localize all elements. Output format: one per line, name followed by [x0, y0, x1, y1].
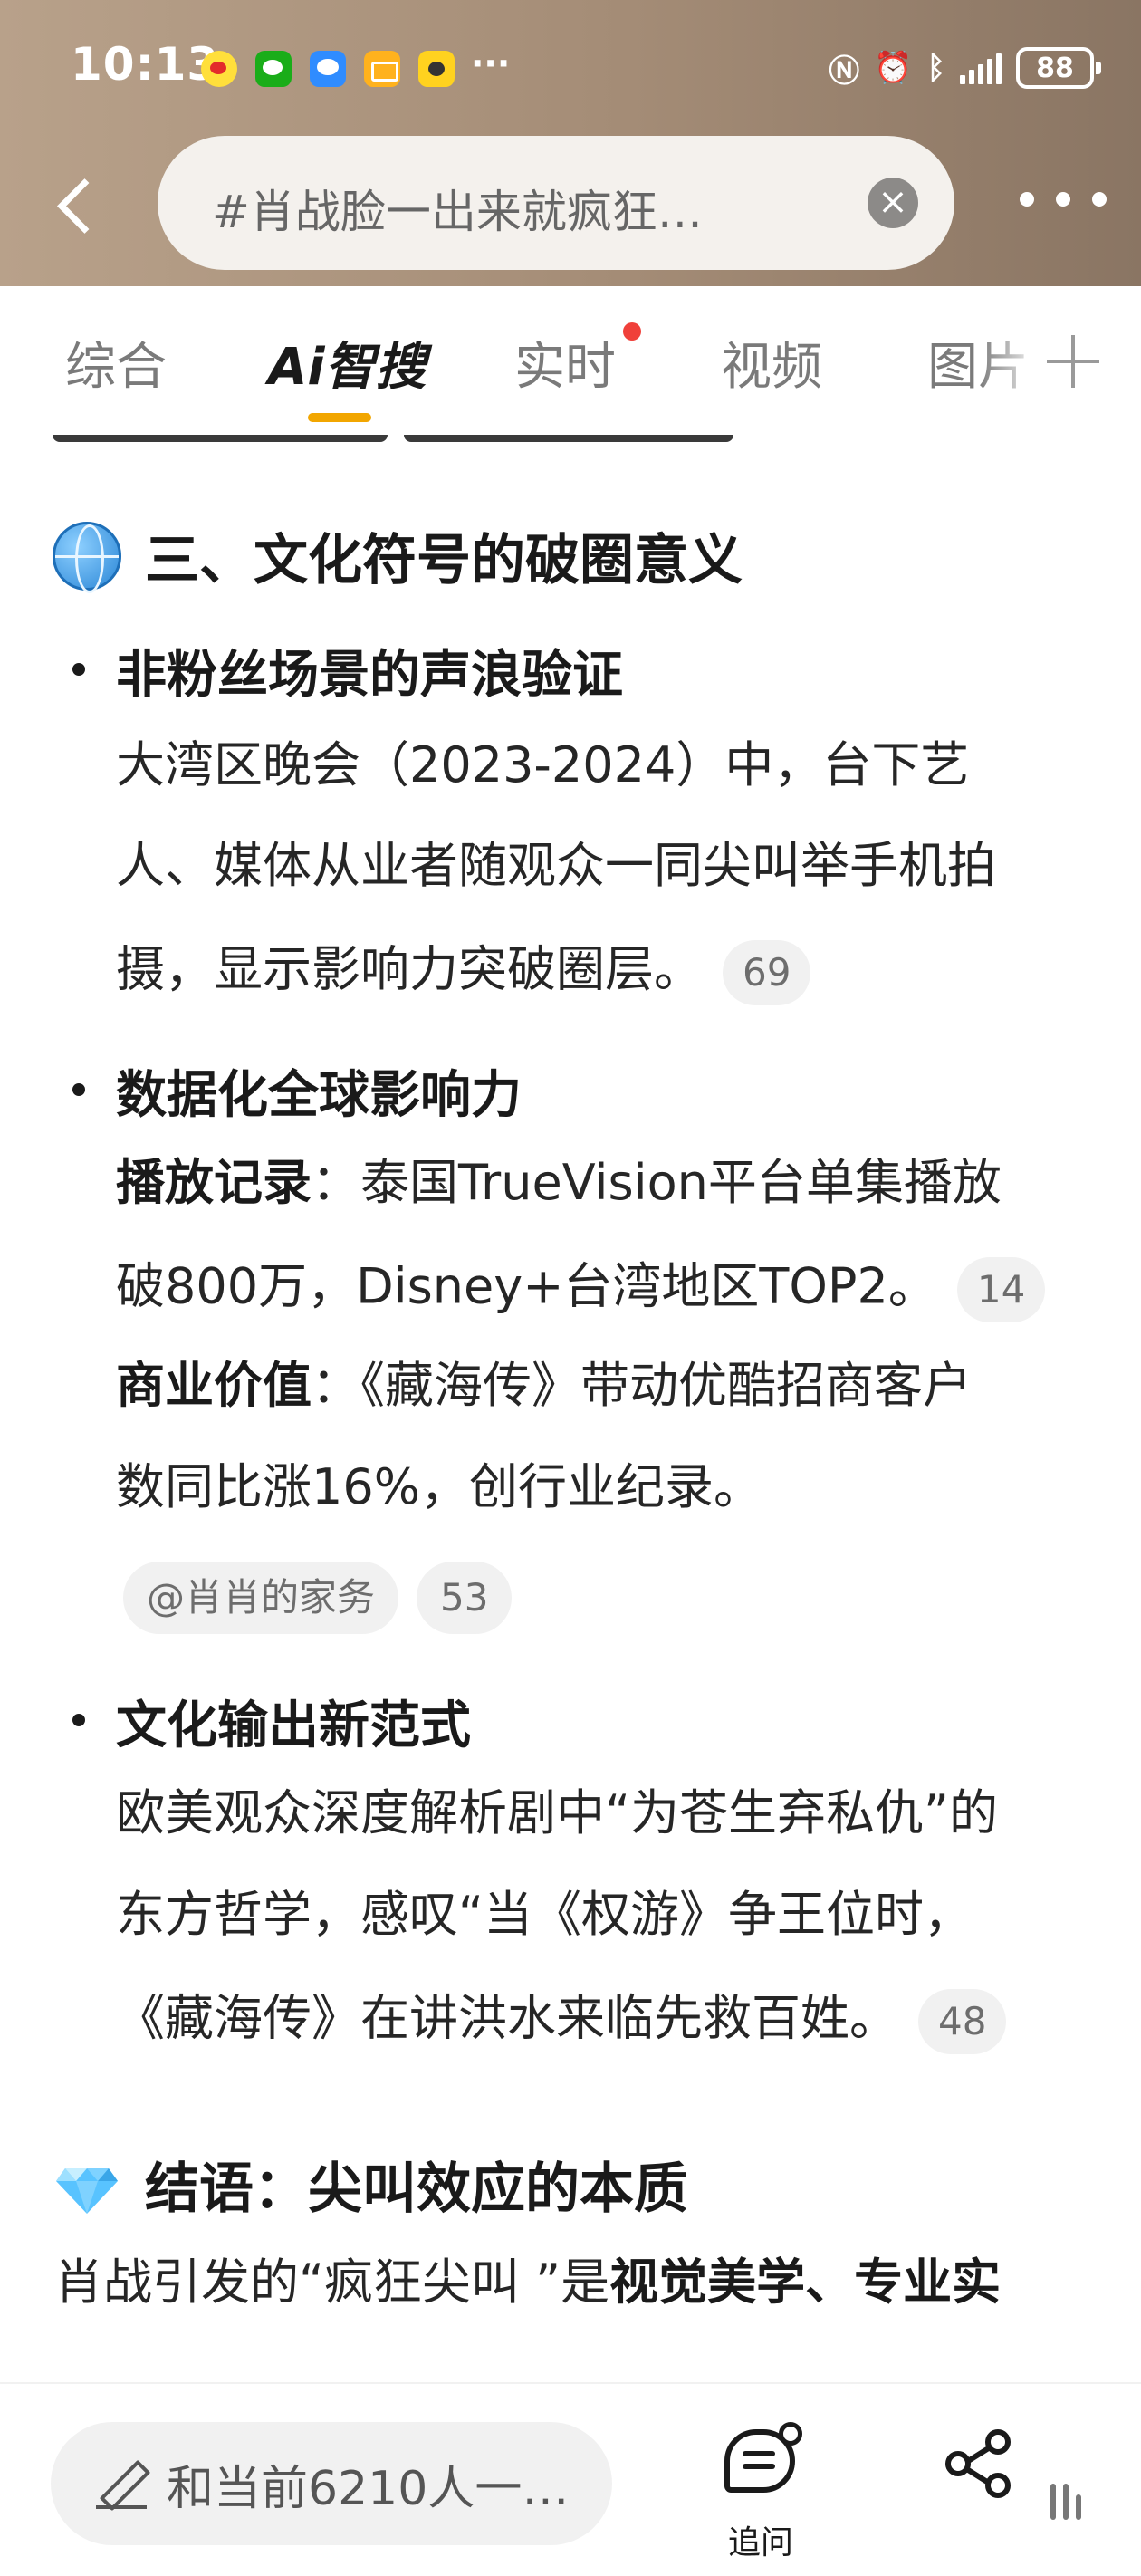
clock: 10:13: [71, 38, 220, 91]
citation-badge[interactable]: 48: [918, 1989, 1007, 2054]
body-line-text: ：泰国TrueVision平台单集播放: [312, 1154, 1002, 1211]
citation-badge[interactable]: 69: [723, 940, 811, 1005]
nfc-icon: Ⓝ: [829, 53, 860, 90]
source-chip[interactable]: @肖肖的家务: [123, 1562, 399, 1634]
item-title: 数据化全球影响力: [116, 1066, 522, 1125]
image-thumbnail-edge[interactable]: [404, 435, 734, 442]
system-icons: Ⓝ ⏰ ᛒ 88: [829, 45, 1101, 91]
body-line: 摄，显示影响力突破圈层。 69: [116, 940, 811, 1005]
section-heading: 三、文化符号的破圈意义: [53, 516, 743, 595]
tab-realtime[interactable]: 实时: [514, 326, 616, 399]
body-line: 东方哲学，感叹“当《权游》争王位时，: [116, 1886, 973, 1943]
section-heading-text: 结语：尖叫效应的本质: [145, 2158, 688, 2221]
bottom-bar: 和当前6210人一… 追问: [0, 2382, 1141, 2576]
body-line: 播放记录：泰国TrueVision平台单集播放: [116, 1156, 1002, 1210]
top-header: 10:13 ··· Ⓝ ⏰ ᛒ 88 #肖战脸一出来就疯狂… ×: [0, 0, 1141, 286]
clear-search-button[interactable]: ×: [868, 178, 918, 228]
body-line: 肖战引发的“疯狂尖叫 ”是视觉美学、专业实: [54, 2255, 1001, 2310]
body-line-text: 摄，显示影响力突破圈层。: [116, 940, 703, 998]
chat-icon: [724, 2422, 802, 2493]
body-line-text: 肖战引发的“疯狂尖叫 ”是: [54, 2254, 610, 2311]
body-line: 数同比涨16%，创行业纪录。: [116, 1458, 763, 1515]
bold-text: 视觉美学、专业实: [609, 2254, 1002, 2311]
follow-up-button[interactable]: 追问: [706, 2420, 815, 2562]
item-title: 非粉丝场景的声浪验证: [116, 646, 623, 705]
body-line-text: ：《藏海传》带动优酷招商客户: [312, 1357, 972, 1414]
citation-badge[interactable]: 53: [417, 1562, 513, 1634]
pencil-icon: [94, 2456, 149, 2511]
body-line: 大湾区晚会（2023-2024）中，台下艺: [116, 736, 970, 793]
sub-label: 播放记录: [116, 1154, 312, 1211]
bullet: [72, 663, 85, 676]
realtime-badge-dot: [623, 322, 641, 341]
active-tab-indicator: [308, 413, 371, 422]
body-line-text: 《藏海传》在讲洪水来临先救百姓。: [116, 1989, 898, 2047]
bullet: [72, 1083, 85, 1096]
message-icon: [310, 51, 346, 87]
image-thumbnail-edge[interactable]: [53, 435, 388, 442]
battery-icon: 88: [1016, 47, 1101, 89]
search-input[interactable]: #肖战脸一出来就疯狂… ×: [158, 136, 954, 270]
bluetooth-icon: ᛒ: [926, 50, 945, 86]
tab-ai-search[interactable]: Ai智搜: [268, 326, 427, 399]
signal-icon: [960, 52, 1002, 84]
citation-badge[interactable]: 14: [956, 1257, 1046, 1322]
more-options-button[interactable]: [1020, 192, 1107, 214]
tab-video[interactable]: 视频: [721, 326, 822, 399]
recent-apps-icon[interactable]: [1050, 2484, 1081, 2520]
alarm-icon: ⏰: [874, 50, 913, 86]
back-button[interactable]: [47, 163, 110, 245]
share-icon: [945, 2427, 1014, 2500]
sub-label: 商业价值: [116, 1357, 312, 1414]
add-tab-icon[interactable]: [1043, 332, 1103, 391]
search-query-text: #肖战脸一出来就疯狂…: [212, 186, 703, 238]
follow-up-label: 追问: [727, 2524, 793, 2562]
body-line-text: 破800万，Disney+台湾地区TOP2。: [116, 1257, 937, 1315]
section-heading: 结语：尖叫效应的本质: [53, 2145, 688, 2224]
gem-icon: [56, 2167, 118, 2214]
globe-icon: [53, 521, 121, 593]
body-line: 欧美观众深度解析剧中“为苍生弃私仇”的: [116, 1784, 998, 1841]
search-tabs: 综合 Ai智搜 实时 视频 图片: [0, 286, 1141, 435]
weibo-icon: [201, 51, 237, 87]
item-title: 文化输出新范式: [116, 1697, 471, 1755]
tab-comprehensive[interactable]: 综合: [65, 326, 167, 399]
source-chips: @肖肖的家务 53: [123, 1562, 513, 1634]
follow-up-placeholder: 和当前6210人一…: [167, 2461, 570, 2516]
more-notifications-icon: ···: [471, 43, 511, 83]
status-bar: 10:13 ··· Ⓝ ⏰ ᛒ 88: [0, 0, 1141, 136]
section-heading-text: 三、文化符号的破圈意义: [145, 529, 743, 592]
wechat-icon: [255, 51, 292, 87]
body-line: 人、媒体从业者随观众一同尖叫举手机拍: [116, 837, 996, 894]
body-line: 商业价值：《藏海传》带动优酷招商客户: [116, 1359, 972, 1413]
body-line: 《藏海传》在讲洪水来临先救百姓。 48: [116, 1989, 1007, 2054]
follow-up-input[interactable]: 和当前6210人一…: [51, 2422, 612, 2545]
game-icon: [418, 51, 455, 87]
ai-answer-content: 三、文化符号的破圈意义 非粉丝场景的声浪验证 大湾区晚会（2023-2024）中…: [0, 435, 1141, 2382]
mail-icon: [364, 51, 400, 87]
bullet: [72, 1714, 85, 1726]
share-button[interactable]: [922, 2420, 1031, 2556]
body-line: 破800万，Disney+台湾地区TOP2。 14: [116, 1257, 1046, 1322]
